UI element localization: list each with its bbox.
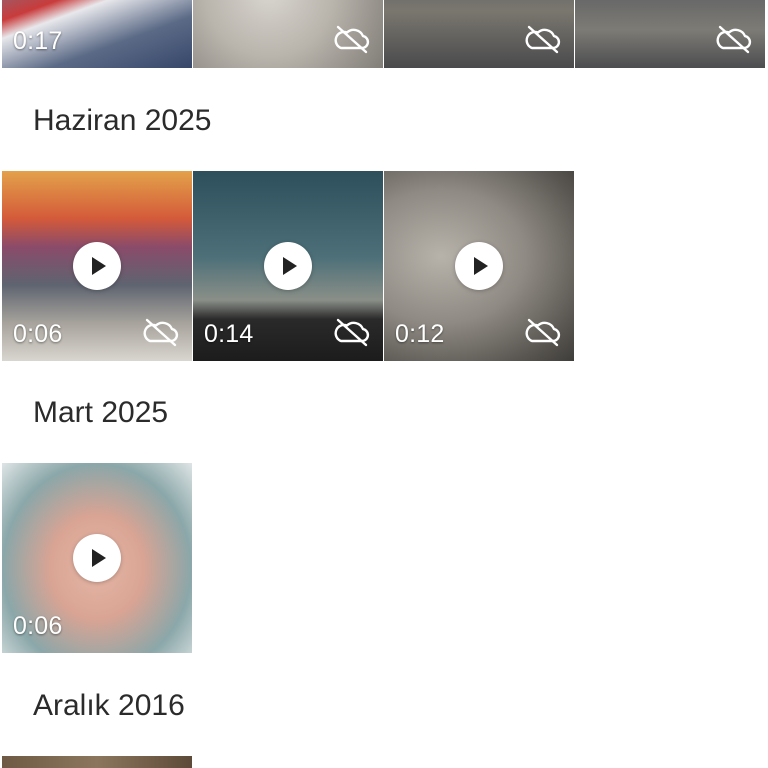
cloud-off-icon (716, 25, 752, 54)
cloud-off-icon (525, 25, 561, 54)
play-button[interactable] (264, 242, 312, 290)
section-title: Aralık 2016 (33, 689, 185, 722)
video-tile[interactable]: 0:06 (2, 171, 192, 361)
play-button[interactable] (73, 534, 121, 582)
media-row: 0:06 (0, 463, 768, 653)
cloud-off-icon (143, 318, 179, 347)
media-tile[interactable] (193, 0, 383, 68)
play-icon (474, 257, 488, 275)
cloud-off-icon (334, 318, 370, 347)
cloud-off-icon (334, 25, 370, 54)
play-button[interactable] (455, 242, 503, 290)
section-title: Mart 2025 (33, 396, 169, 429)
video-duration: 0:17 (13, 27, 63, 55)
media-thumbnail (2, 756, 192, 768)
media-row: 0:06 0:14 0:12 (0, 171, 768, 361)
video-tile[interactable]: 0:12 (384, 171, 574, 361)
video-tile[interactable]: 0:06 (2, 463, 192, 653)
video-duration: 0:06 (13, 612, 63, 640)
video-tile[interactable]: 0:17 (2, 0, 192, 68)
play-button[interactable] (73, 242, 121, 290)
cloud-off-icon (525, 318, 561, 347)
section-title: Haziran 2025 (33, 104, 212, 137)
play-icon (283, 257, 297, 275)
video-duration: 0:12 (395, 320, 445, 348)
video-duration: 0:14 (204, 320, 254, 348)
video-tile[interactable]: 0:14 (193, 171, 383, 361)
media-tile[interactable] (2, 756, 192, 768)
media-tile[interactable] (575, 0, 765, 68)
video-duration: 0:06 (13, 320, 63, 348)
top-media-row: 0:17 (0, 0, 768, 68)
play-icon (92, 257, 106, 275)
play-icon (92, 549, 106, 567)
media-tile[interactable] (384, 0, 574, 68)
media-row (0, 756, 768, 768)
